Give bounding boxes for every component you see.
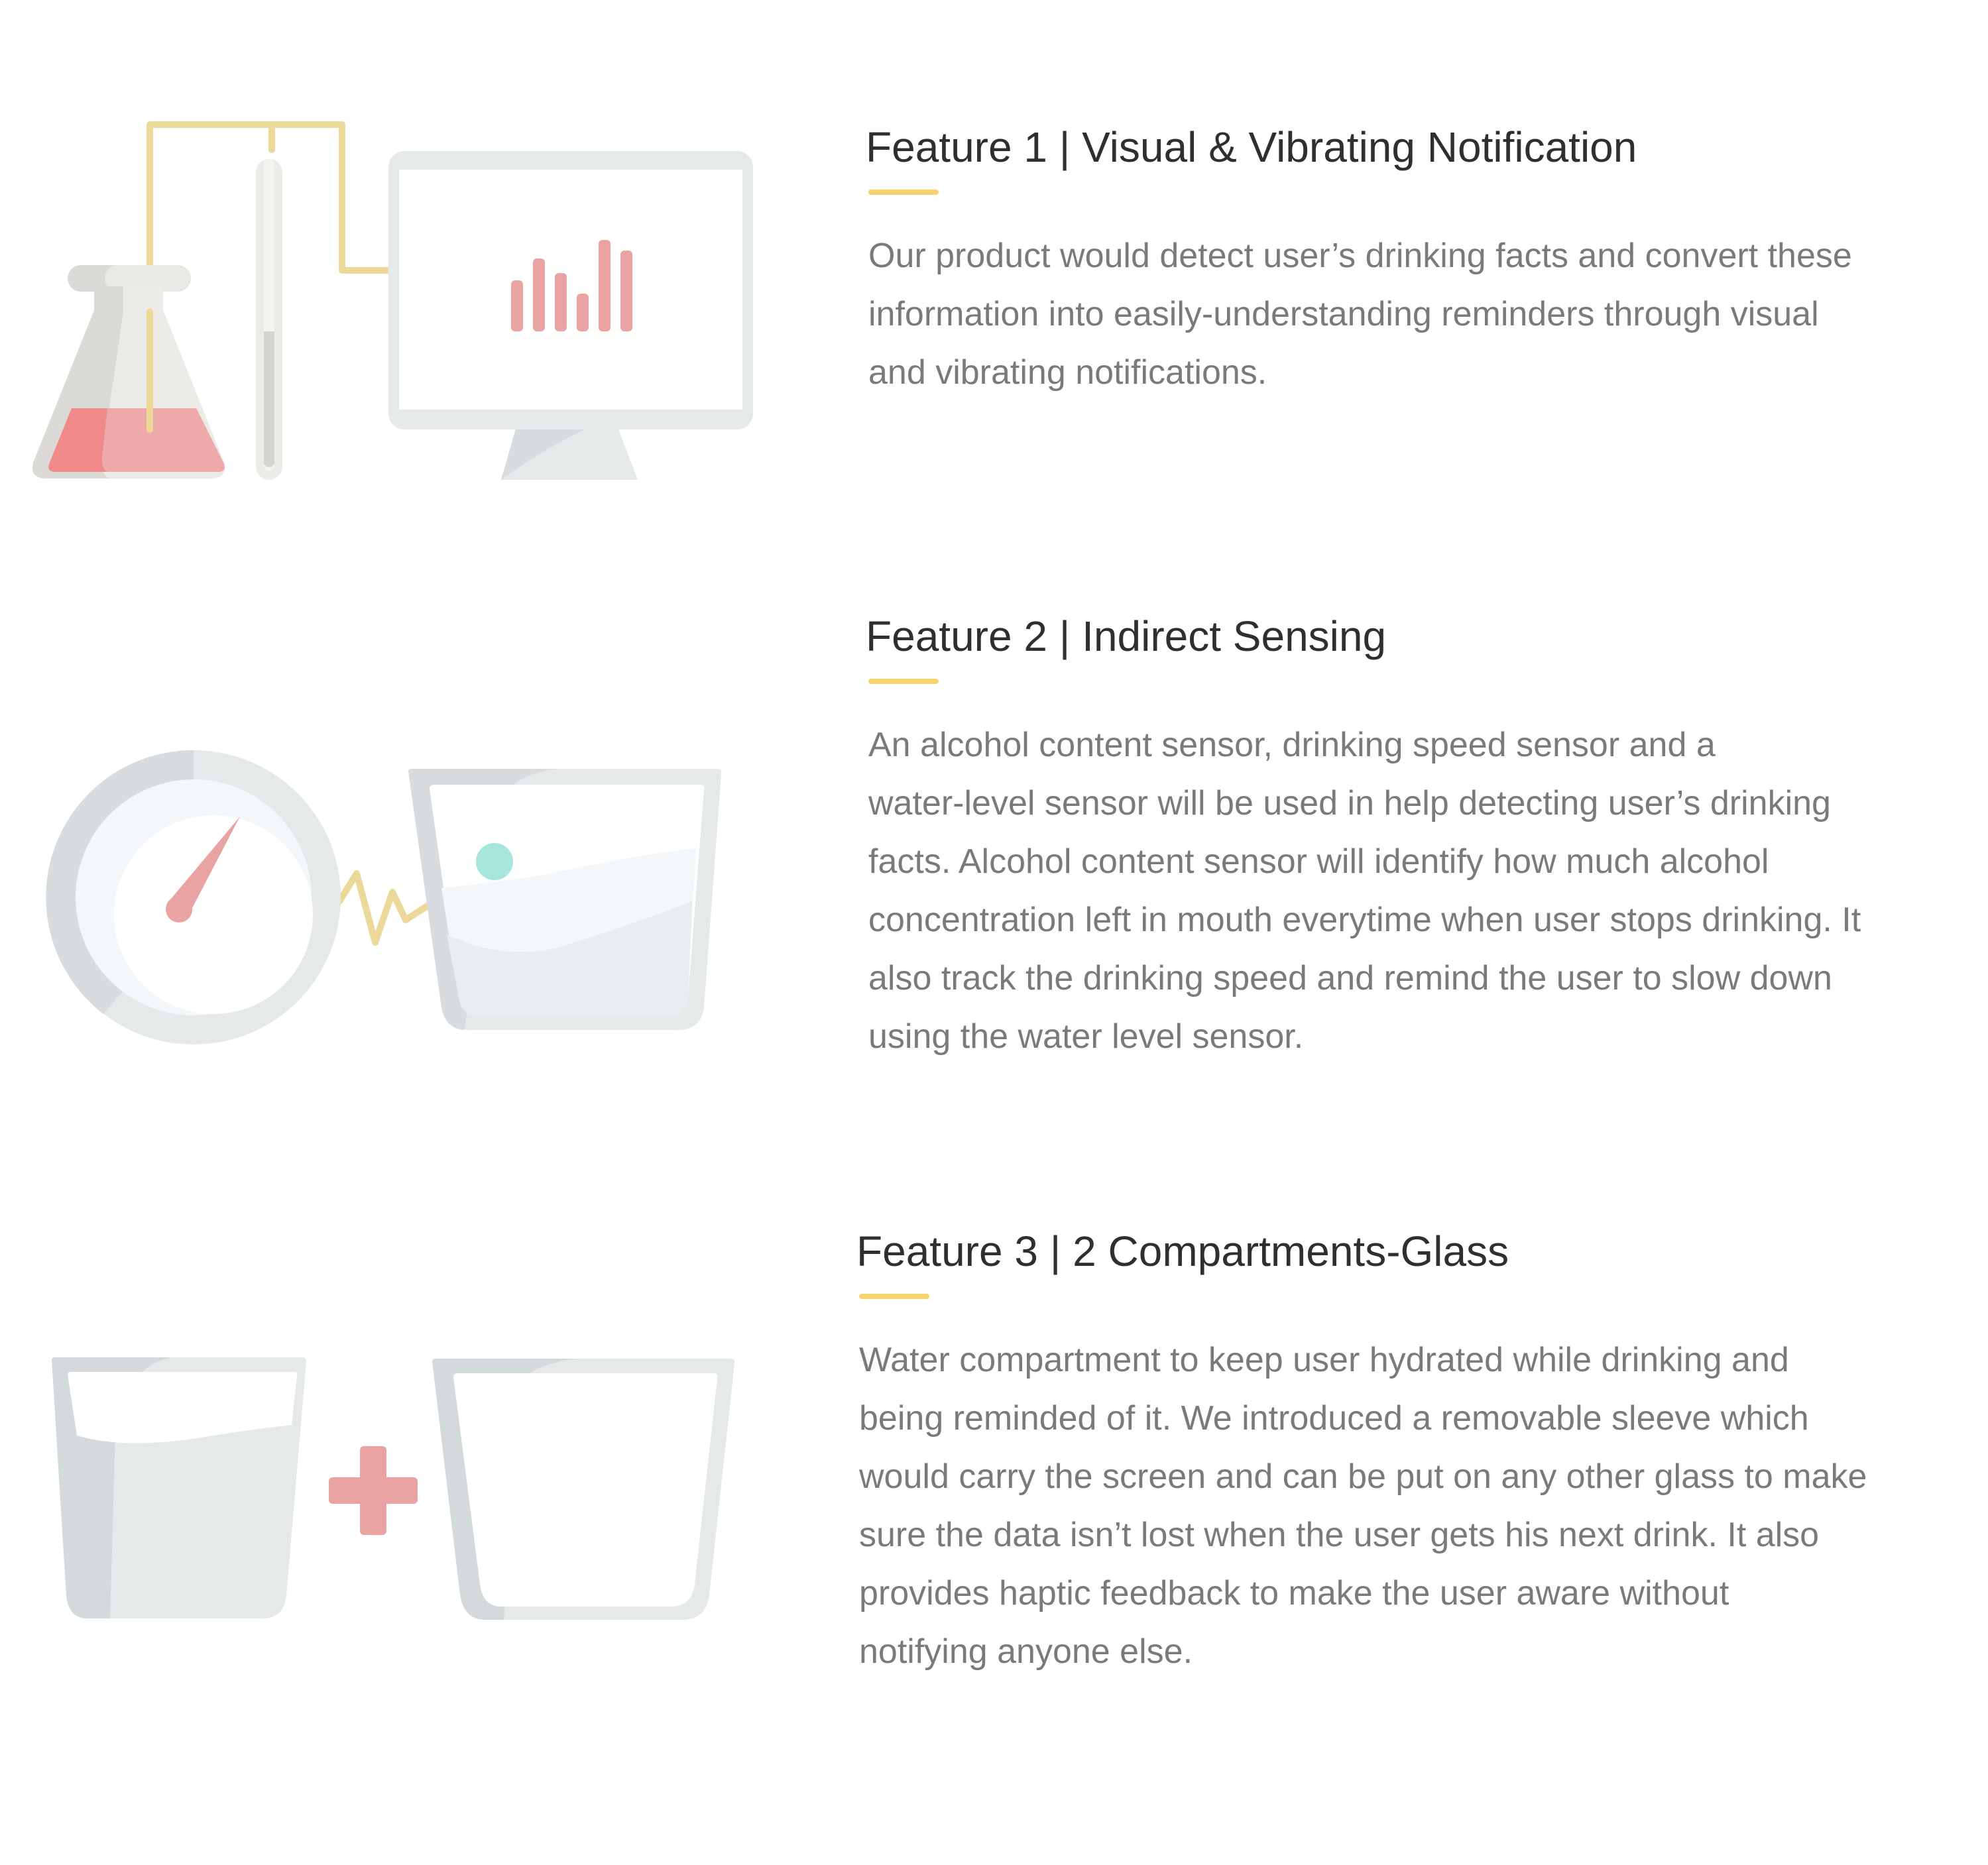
feature-2-description-line: water-level sensor will be used in help … bbox=[868, 784, 1831, 822]
feature-2-description-line: An alcohol content sensor, drinking spee… bbox=[868, 726, 1716, 764]
empty-glass-icon bbox=[432, 1359, 735, 1620]
feature-1: Feature 1 | Visual & Vibrating Notificat… bbox=[866, 119, 1852, 402]
glass-with-sensor-icon bbox=[408, 769, 722, 1030]
feature-1-title-underline bbox=[868, 190, 939, 195]
feature-1-description-line: Our product would detect user’s drinking… bbox=[868, 237, 1852, 275]
gauge-icon bbox=[46, 750, 341, 1045]
feature-3-description-line: provides haptic feedback to make the use… bbox=[859, 1574, 1729, 1612]
feature-2-description-line: concentration left in mouth everytime wh… bbox=[868, 901, 1861, 939]
feature-3-description-line: notifying anyone else. bbox=[859, 1632, 1193, 1671]
plus-icon bbox=[329, 1446, 418, 1535]
feature-3-description-line: being reminded of it. We introduced a re… bbox=[859, 1399, 1809, 1438]
feature-2-description-line: also track the drinking speed and remind… bbox=[868, 959, 1832, 997]
feature-1-illustration bbox=[32, 121, 753, 480]
feature-2-description: An alcohol content sensor, drinking spee… bbox=[868, 716, 1861, 1066]
feature-1-description-line: information into easily-understanding re… bbox=[868, 295, 1819, 333]
feature-1-title: Feature 1 | Visual & Vibrating Notificat… bbox=[866, 123, 1637, 171]
feature-3-illustration bbox=[52, 1357, 735, 1620]
feature-2-description-line: facts. Alcohol content sensor will ident… bbox=[868, 842, 1769, 881]
feature-3-title-underline bbox=[859, 1294, 929, 1299]
feature-2-description-line: using the water level sensor. bbox=[868, 1017, 1304, 1056]
feature-3-description-line: Water compartment to keep user hydrated … bbox=[859, 1341, 1789, 1379]
feature-3: Feature 3 | 2 Compartments-Glass Water c… bbox=[856, 1223, 1867, 1681]
feature-2-title-underline bbox=[868, 679, 939, 684]
signal-zigzag-icon bbox=[336, 870, 432, 946]
flask-icon bbox=[32, 265, 225, 479]
feature-2: Feature 2 | Indirect Sensing An alcohol … bbox=[866, 608, 1861, 1066]
feature-3-description-line: would carry the screen and can be put on… bbox=[859, 1457, 1867, 1496]
feature-3-description: Water compartment to keep user hydrated … bbox=[859, 1331, 1867, 1681]
test-tube-icon bbox=[256, 159, 282, 480]
feature-1-description-line: and vibrating notifications. bbox=[868, 353, 1267, 392]
feature-1-description: Our product would detect user’s drinking… bbox=[868, 227, 1852, 402]
monitor-icon bbox=[388, 151, 753, 480]
full-glass-icon bbox=[52, 1357, 306, 1618]
feature-3-description-line: sure the data isn’t lost when the user g… bbox=[859, 1516, 1820, 1554]
feature-2-illustration bbox=[46, 750, 722, 1045]
feature-3-title: Feature 3 | 2 Compartments-Glass bbox=[856, 1227, 1509, 1275]
feature-2-title: Feature 2 | Indirect Sensing bbox=[866, 612, 1387, 660]
